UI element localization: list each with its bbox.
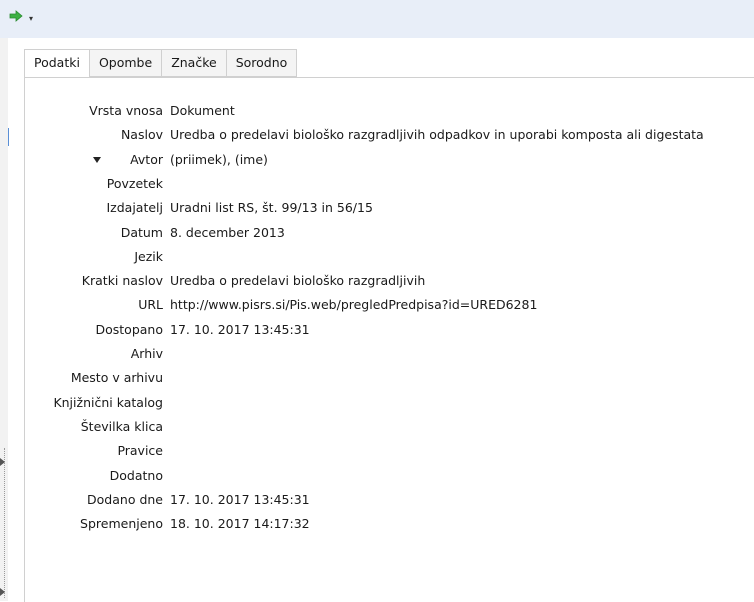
tab-znacke[interactable]: Značke — [162, 49, 227, 77]
tab-bar: Podatki Opombe Značke Sorodno — [24, 49, 298, 78]
field-value[interactable]: Uredba o predelavi biološko razgradljivi… — [170, 269, 425, 293]
field-value[interactable]: http://www.pisrs.si/Pis.web/pregledPredp… — [170, 293, 537, 317]
field-label: Knjižnični katalog — [53, 395, 163, 410]
field-label: Številka klica — [80, 419, 163, 434]
toolbar: ▾ — [0, 0, 754, 38]
field-label: Dostopano — [95, 322, 164, 337]
field-value[interactable]: Uradni list RS, št. 99/13 in 56/15 — [170, 196, 373, 220]
field-label: Kratki naslov — [81, 273, 163, 288]
field-value[interactable]: (priimek), (ime) — [170, 148, 268, 172]
locate-button[interactable]: ▾ — [9, 10, 33, 25]
field-value[interactable]: 17. 10. 2017 13:45:31 — [170, 488, 310, 512]
field-label: Jezik — [134, 249, 163, 264]
tab-opombe[interactable]: Opombe — [89, 49, 163, 77]
field-label: Vrsta vnosa — [89, 103, 163, 118]
field-label: Naslov — [120, 127, 163, 142]
field-label: Spremenjeno — [80, 516, 163, 531]
field-label: URL — [138, 297, 163, 312]
tab-sorodno[interactable]: Sorodno — [226, 49, 298, 77]
field-label: Mesto v arhivu — [70, 370, 163, 385]
green-arrow-icon — [9, 10, 23, 25]
creator-type-dropdown-icon[interactable] — [93, 157, 101, 163]
field-label: Izdajatelj — [106, 200, 163, 215]
field-label: Arhiv — [130, 346, 163, 361]
field-value[interactable]: 18. 10. 2017 14:17:32 — [170, 512, 310, 536]
field-value[interactable]: Uredba o predelavi biološko razgradljivi… — [170, 123, 704, 147]
splitter-grip[interactable] — [4, 448, 6, 598]
tab-podatki[interactable]: Podatki — [24, 49, 90, 78]
field-label: Povzetek — [106, 176, 163, 191]
field-label: Datum — [120, 225, 163, 240]
field-value[interactable]: 8. december 2013 — [170, 221, 285, 245]
field-value[interactable]: 17. 10. 2017 13:45:31 — [170, 318, 310, 342]
field-label: Dodano dne — [87, 492, 163, 507]
field-label: Dodatno — [109, 468, 163, 483]
field-label: Avtor — [130, 152, 163, 167]
expand-right-icon-2[interactable] — [0, 588, 5, 596]
field-label: Pravice — [117, 443, 163, 458]
chevron-down-icon: ▾ — [29, 13, 34, 23]
selection-marker — [8, 128, 9, 146]
field-value[interactable]: Dokument — [170, 99, 235, 123]
expand-right-icon[interactable] — [0, 458, 5, 466]
